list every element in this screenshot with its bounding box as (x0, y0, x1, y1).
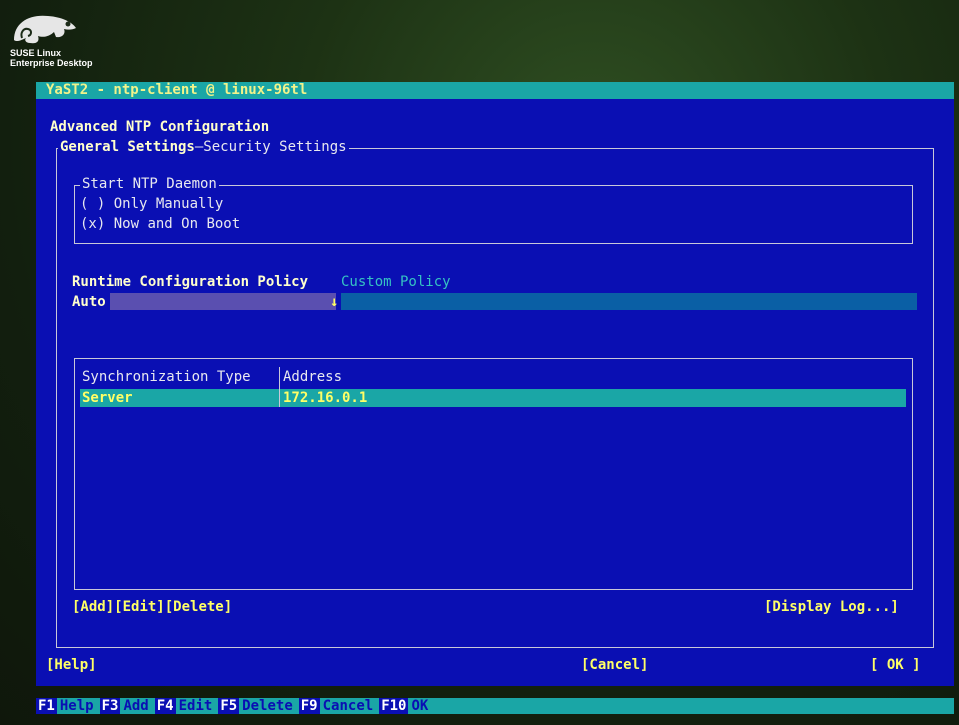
column-separator (279, 367, 280, 407)
display-log-button[interactable]: [Display Log...] (764, 599, 899, 615)
chevron-down-icon[interactable]: ↓ (330, 294, 338, 310)
fkey-label: Cancel (322, 698, 374, 714)
dialog-heading: Advanced NTP Configuration (50, 119, 270, 135)
fkey-key: F1 (36, 698, 57, 714)
custom-policy-input[interactable] (341, 293, 917, 310)
edit-button[interactable]: [Edit] (114, 599, 165, 615)
radio-label: Only Manually (113, 196, 224, 212)
fkey-key: F9 (298, 698, 320, 714)
custom-policy-label: Custom Policy (341, 274, 451, 290)
table-header-sync-type[interactable]: Synchronization Type (82, 369, 251, 385)
help-button-wrap: [Help] (46, 657, 97, 673)
fkey-f10[interactable]: F10 OK (379, 698, 434, 714)
radio-label: Now and On Boot (113, 216, 241, 232)
runtime-policy-label: Runtime Configuration Policy (72, 274, 309, 290)
dialog-panel: Advanced NTP Configuration General Setti… (36, 99, 954, 686)
fkey-key: F10 (379, 698, 409, 714)
table-row[interactable] (80, 389, 906, 407)
fkey-f5[interactable]: F5 Delete (218, 698, 298, 714)
brand-line2: Enterprise Desktop (10, 58, 93, 68)
add-button[interactable]: [Add] (72, 599, 114, 615)
fkey-f9[interactable]: F9 Cancel (298, 698, 379, 714)
fkey-key: F5 (218, 698, 240, 714)
window-titlebar: YaST2 - ntp-client @ linux-96tl (36, 82, 954, 99)
tab-bar: General Settings—Security Settings (58, 139, 349, 155)
radio-mark: ( ) (80, 196, 106, 212)
fkey-key: F4 (154, 698, 176, 714)
fkey-label: Delete (242, 698, 293, 714)
tab-general-settings[interactable]: General Settings (60, 139, 195, 155)
table-header-address[interactable]: Address (283, 369, 342, 385)
radio-only-manually[interactable]: ( ) Only Manually (80, 196, 223, 212)
fkey-label: Add (123, 698, 149, 714)
cell-sync-type: Server (82, 390, 133, 406)
runtime-policy-value: Auto (72, 294, 106, 310)
runtime-policy-combobox[interactable] (110, 293, 336, 310)
radio-now-and-on-boot[interactable]: (x) Now and On Boot (80, 216, 240, 232)
fkey-label: Help (59, 698, 94, 714)
brand-line1: SUSE Linux (10, 48, 62, 58)
fkey-f1[interactable]: F1 Help (36, 698, 100, 714)
brand-text: SUSE Linux Enterprise Desktop (10, 48, 93, 68)
start-daemon-frame (74, 185, 913, 244)
suse-chameleon-logo (14, 15, 76, 44)
fkey-label: OK (411, 698, 429, 714)
ok-button-wrap: [ OK ] (870, 657, 921, 673)
fkey-f4[interactable]: F4 Edit (154, 698, 219, 714)
help-button[interactable]: [Help] (46, 657, 97, 673)
radio-mark: (x) (80, 216, 106, 232)
fkey-label: Edit (178, 698, 213, 714)
fkey-key: F3 (99, 698, 121, 714)
start-daemon-legend: Start NTP Daemon (80, 176, 219, 192)
delete-button[interactable]: [Delete] (165, 599, 232, 615)
fkey-f3[interactable]: F3 Add (99, 698, 155, 714)
display-log-button-wrap: [Display Log...] (764, 599, 899, 615)
function-key-bar: F1 Help F3 Add F4 Edit F5 Delete F9 Cancel F10 OK (36, 698, 954, 714)
cancel-button-wrap: [Cancel] (581, 657, 648, 673)
table-action-buttons: [Add][Edit][Delete] (72, 599, 232, 615)
tab-security-settings[interactable]: Security Settings (203, 139, 346, 155)
cell-address: 172.16.0.1 (283, 390, 368, 406)
cancel-button[interactable]: [Cancel] (581, 657, 648, 673)
ok-button[interactable]: [ OK ] (870, 657, 921, 673)
